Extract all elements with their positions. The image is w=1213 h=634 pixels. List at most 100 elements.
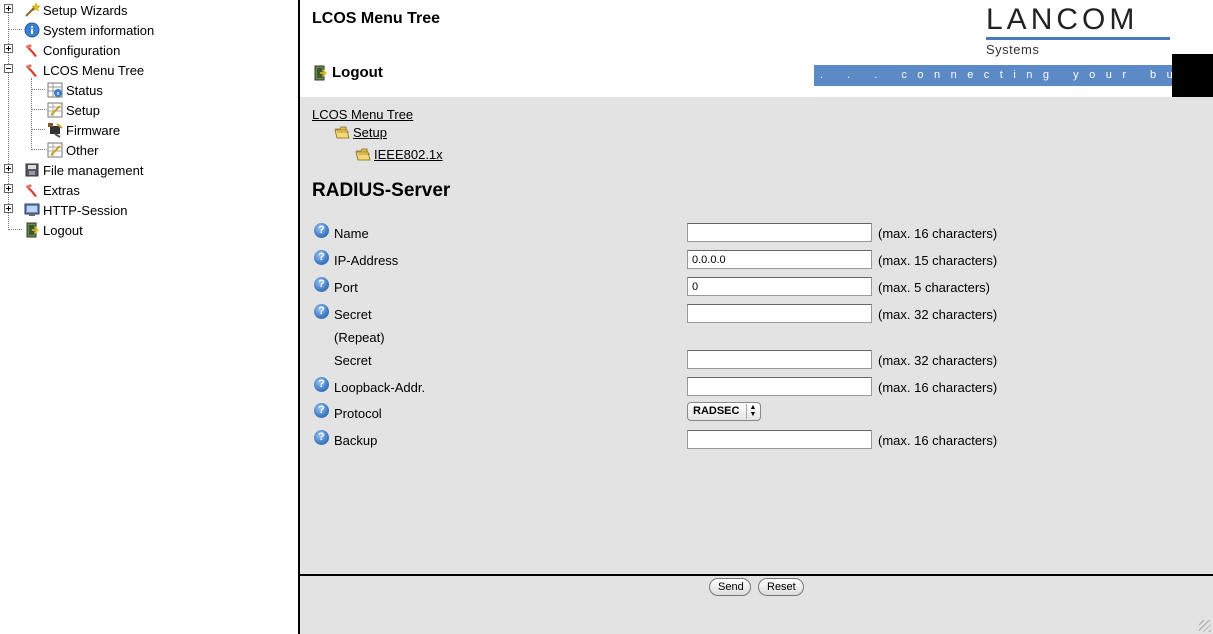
breadcrumb-level1[interactable]: Setup — [334, 125, 387, 140]
config-icon — [24, 182, 40, 198]
tree-item-label: Logout — [43, 222, 83, 238]
field-row-loopback: ? Loopback-Addr. (max. 16 characters) — [300, 377, 1213, 399]
tree-connector — [31, 89, 45, 90]
send-button[interactable]: Send — [709, 578, 751, 596]
protocol-select[interactable]: RADSEC ▲ ▼ — [687, 402, 761, 421]
tree-item-system-information[interactable]: System information — [24, 20, 154, 40]
help-icon[interactable]: ? — [314, 304, 329, 319]
secret-input[interactable] — [687, 304, 872, 323]
help-icon[interactable]: ? — [314, 250, 329, 265]
tree-item-configuration[interactable]: Configuration — [24, 40, 120, 60]
field-row-secret: ? Secret (max. 32 characters) — [300, 304, 1213, 326]
tree-item-label: Extras — [43, 182, 80, 198]
tree-item-file-management[interactable]: File management — [24, 160, 143, 180]
field-label: Name — [334, 226, 369, 241]
tree-connector — [8, 29, 22, 30]
setup-icon — [47, 102, 63, 118]
field-row-name: ? Name (max. 16 characters) — [300, 223, 1213, 245]
firmware-icon — [47, 122, 63, 138]
tree-item-label: LCOS Menu Tree — [43, 62, 145, 78]
setup-icon — [47, 142, 63, 158]
loopback-input[interactable] — [687, 377, 872, 396]
tree-connector — [31, 109, 45, 110]
breadcrumb-ieee-link[interactable]: IEEE802.1x — [374, 147, 443, 162]
field-hint: (max. 32 characters) — [878, 353, 998, 368]
tree-item-http-session[interactable]: HTTP-Session — [24, 200, 128, 220]
expand-http-session[interactable] — [4, 204, 13, 213]
page-title: LCOS Menu Tree — [312, 10, 441, 27]
status-icon — [47, 82, 63, 98]
footer: Send Reset — [300, 576, 1213, 634]
content-frame: LCOS Menu Tree LANCOM Systems Logout . .… — [300, 0, 1213, 634]
disk-icon — [24, 162, 40, 178]
tree-item-other[interactable]: Other — [47, 140, 99, 160]
breadcrumb-root-link[interactable]: LCOS Menu Tree — [312, 107, 413, 122]
field-hint: (max. 15 characters) — [878, 253, 998, 268]
protocol-selected-value: RADSEC — [693, 405, 740, 417]
expand-setup-wizards[interactable] — [4, 4, 13, 13]
field-row-protocol: ? Protocol RADSEC ▲ ▼ — [300, 402, 1213, 425]
form-title: RADIUS-Server — [312, 180, 451, 201]
help-icon[interactable]: ? — [314, 277, 329, 292]
tree-connector — [8, 10, 9, 230]
field-hint: (max. 16 characters) — [878, 226, 998, 241]
tree-connector — [31, 149, 45, 150]
tree-item-logout[interactable]: Logout — [24, 220, 83, 240]
ip-address-input[interactable] — [687, 250, 872, 269]
logout-link[interactable]: Logout — [312, 64, 383, 81]
field-row-ip-address: ? IP-Address (max. 15 characters) — [300, 250, 1213, 272]
field-label: Loopback-Addr. — [334, 380, 426, 395]
port-input[interactable] — [687, 277, 872, 296]
breadcrumb-root[interactable]: LCOS Menu Tree — [312, 107, 413, 122]
repeat-label: (Repeat) — [334, 330, 385, 345]
help-icon[interactable]: ? — [314, 430, 329, 445]
field-row-repeat: (Repeat) — [300, 327, 1213, 349]
breadcrumb-level2[interactable]: IEEE802.1x — [355, 147, 443, 162]
help-icon[interactable]: ? — [314, 223, 329, 238]
field-row-backup: ? Backup (max. 16 characters) — [300, 430, 1213, 452]
tree-item-extras[interactable]: Extras — [24, 180, 80, 200]
field-hint: (max. 5 characters) — [878, 280, 990, 295]
logout-icon — [24, 222, 40, 238]
tagline-bar: . . . connecting your business — [814, 65, 1172, 86]
field-hint: (max. 32 characters) — [878, 307, 998, 322]
tree-item-label: Firmware — [66, 122, 121, 138]
tree-item-label: Setup — [66, 102, 100, 118]
tree-item-setup[interactable]: Setup — [47, 100, 100, 120]
tree-item-firmware[interactable]: Firmware — [47, 120, 120, 140]
name-input[interactable] — [687, 223, 872, 242]
config-icon — [24, 42, 40, 58]
navigation-tree: Setup Wizards System information Configu… — [0, 0, 298, 634]
field-row-secret-repeat: Secret (max. 32 characters) — [300, 350, 1213, 372]
help-icon[interactable]: ? — [314, 377, 329, 392]
tree-item-status[interactable]: Status — [47, 80, 103, 100]
expand-file-management[interactable] — [4, 164, 13, 173]
logo-word: LANCOM — [986, 3, 1139, 36]
backup-input[interactable] — [687, 430, 872, 449]
secret-repeat-input[interactable] — [687, 350, 872, 369]
config-icon — [24, 62, 40, 78]
expand-extras[interactable] — [4, 184, 13, 193]
field-label: Secret — [334, 353, 372, 368]
logout-label: Logout — [332, 64, 383, 81]
tree-item-lcos-menu-tree[interactable]: LCOS Menu Tree — [24, 60, 144, 80]
reset-button[interactable]: Reset — [758, 578, 804, 596]
tree-item-label: HTTP-Session — [43, 202, 128, 218]
collapse-lcos-menu-tree[interactable] — [4, 64, 13, 73]
field-label: Protocol — [334, 406, 382, 421]
field-hint: (max. 16 characters) — [878, 380, 998, 395]
resize-grip[interactable] — [1199, 620, 1211, 632]
tree-item-label: System information — [43, 22, 155, 38]
field-label: IP-Address — [334, 253, 399, 268]
folder-icon — [355, 148, 371, 161]
field-label: Backup — [334, 433, 378, 448]
breadcrumb-setup-link[interactable]: Setup — [353, 125, 387, 140]
folder-icon — [334, 126, 350, 139]
info-icon — [24, 22, 40, 38]
tree-item-label: Configuration — [43, 42, 121, 58]
help-icon[interactable]: ? — [314, 403, 329, 418]
expand-configuration[interactable] — [4, 44, 13, 53]
tree-connector — [31, 129, 45, 130]
logo-bar — [986, 37, 1170, 40]
tree-item-setup-wizards[interactable]: Setup Wizards — [24, 0, 128, 20]
